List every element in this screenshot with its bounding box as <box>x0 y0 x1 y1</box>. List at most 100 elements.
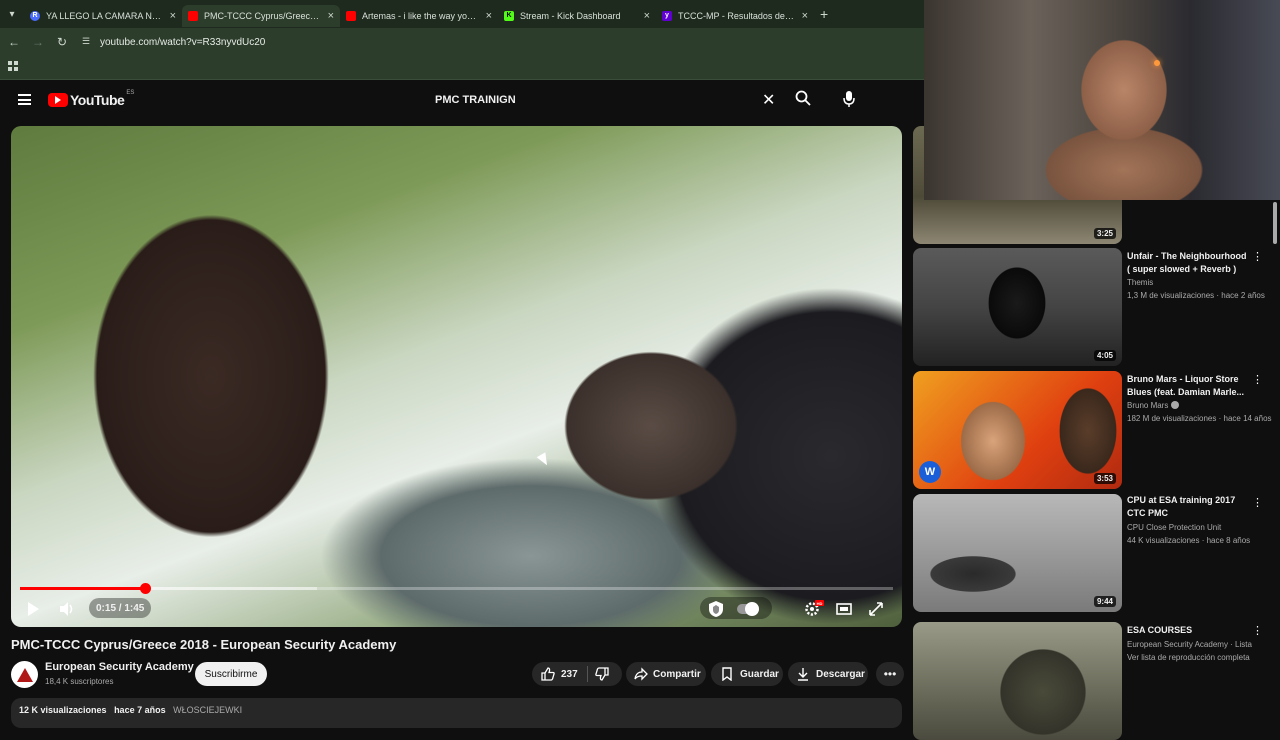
recommended-title[interactable]: Unfair - The Neighbourhood ( super slowe… <box>1127 250 1247 276</box>
description-tag: WŁOSCIEJEWKI <box>173 705 243 715</box>
progress-played <box>20 587 145 590</box>
tab-title: TCCC-MP - Resultados de Yahoo <box>678 10 796 21</box>
mouse-cursor-icon <box>536 452 552 468</box>
channel-name-text: Bruno Mars <box>1127 401 1169 410</box>
playlist-title[interactable]: ESA COURSES <box>1127 624 1247 637</box>
recommended-channel[interactable]: CPU Close Protection Unit <box>1127 523 1221 532</box>
progress-bar[interactable] <box>20 583 893 594</box>
browser-tab-active[interactable]: PMC-TCCC Cyprus/Greece 2018 × <box>182 4 340 27</box>
url-field[interactable]: youtube.com/watch?v=R33nyvdUc20 <box>100 37 265 48</box>
logo-region-code: ES <box>126 90 135 96</box>
browser-tab[interactable]: Artemas - i like the way you kiss × <box>340 5 498 27</box>
tab-close-icon[interactable]: × <box>486 10 492 22</box>
youtube-favicon-icon <box>188 10 198 21</box>
webcam-overlay <box>924 0 1280 200</box>
shield-icon[interactable] <box>708 600 724 618</box>
time-display: 0:15 / 1:45 <box>89 598 152 618</box>
play-icon[interactable] <box>26 600 40 618</box>
recommended-channel[interactable]: Bruno Mars <box>1127 401 1180 410</box>
video-duration: 3:53 <box>1093 473 1116 484</box>
video-thumbnail[interactable]: 4:05 <box>913 248 1122 366</box>
upload-age: hace 7 años <box>114 705 166 715</box>
video-thumbnail[interactable]: 9:44 <box>913 494 1122 612</box>
new-tab-icon[interactable]: + <box>820 6 828 22</box>
verified-check-icon <box>1171 401 1180 409</box>
hamburger-menu-icon[interactable] <box>18 94 31 105</box>
logo-text: YouTube <box>70 92 125 108</box>
like-dislike-group: 237 <box>532 662 622 686</box>
thumbs-down-icon[interactable] <box>595 667 609 681</box>
tab-close-icon[interactable]: × <box>644 10 650 22</box>
recommended-meta: 182 M de visualizaciones · hace 14 años <box>1127 414 1272 423</box>
save-button[interactable]: Guardar <box>711 662 783 686</box>
youtube-favicon-icon <box>346 10 356 21</box>
hd-badge: HD <box>815 600 824 606</box>
tab-title: Artemas - i like the way you kiss <box>362 10 480 21</box>
download-button[interactable]: Descargar <box>788 662 868 686</box>
download-icon <box>796 667 810 681</box>
kick-favicon-icon: K <box>504 10 514 21</box>
recommended-title[interactable]: Bruno Mars - Liquor Store Blues (feat. D… <box>1127 373 1247 399</box>
subscriber-count: 18,4 K suscriptores <box>45 677 114 686</box>
ambient-light <box>1154 60 1160 66</box>
reload-icon[interactable]: ↻ <box>50 35 74 49</box>
more-options-icon[interactable]: ⋮ <box>1252 250 1263 263</box>
apps-grid-icon[interactable] <box>8 61 18 71</box>
more-options-icon[interactable]: ⋮ <box>1252 496 1263 509</box>
volume-icon[interactable] <box>58 600 76 618</box>
browser-tab[interactable]: K Stream - Kick Dashboard × <box>498 5 656 27</box>
download-label: Descargar <box>816 668 865 680</box>
more-options-icon[interactable]: ⋮ <box>1252 624 1263 637</box>
share-button[interactable]: Compartir <box>626 662 706 686</box>
playlist-thumbnail[interactable] <box>913 622 1122 740</box>
video-player[interactable] <box>11 126 902 627</box>
tab-close-icon[interactable]: × <box>328 10 334 22</box>
address-bar: ← → ↻ ☰ youtube.com/watch?v=R33nyvdUc20 <box>0 28 924 56</box>
browser-tab[interactable]: R YA LLEGO LA CAMARA NUEVA × <box>24 5 182 27</box>
more-options-icon[interactable]: ⋮ <box>1252 373 1263 386</box>
video-thumbnail[interactable]: W 3:53 <box>913 371 1122 489</box>
tab-search-dropdown-icon[interactable]: ▾ <box>0 0 24 28</box>
back-arrow-icon[interactable]: ← <box>2 35 26 49</box>
subscribe-button[interactable]: Suscribirme <box>195 662 267 686</box>
search-input[interactable]: PMC TRAINIGN <box>424 86 788 114</box>
tab-title: Stream - Kick Dashboard <box>520 10 621 21</box>
warner-logo-icon: W <box>919 461 941 483</box>
share-arrow-icon <box>634 667 648 681</box>
clear-search-icon[interactable]: ✕ <box>762 90 775 110</box>
thumbs-up-icon[interactable] <box>541 667 555 681</box>
channel-name[interactable]: European Security Academy <box>45 661 194 673</box>
recommended-channel[interactable]: Themis <box>1127 278 1153 287</box>
video-duration: 3:25 <box>1093 228 1116 239</box>
browser-tab-bar: ▾ R YA LLEGO LA CAMARA NUEVA × PMC-TCCC … <box>0 0 924 28</box>
scrollbar-thumb[interactable] <box>1273 202 1277 244</box>
playlist-channel[interactable]: European Security Academy · Lista <box>1127 640 1252 649</box>
youtube-play-logo-icon <box>48 93 68 107</box>
recommended-meta: 44 K visualizaciones · hace 8 años <box>1127 536 1251 545</box>
bookmark-icon <box>720 667 734 681</box>
browser-tab[interactable]: y TCCC-MP - Resultados de Yahoo × <box>656 5 814 27</box>
recommended-title[interactable]: CPU at ESA training 2017 CTC PMC <box>1127 494 1247 520</box>
search-icon[interactable] <box>795 90 811 106</box>
autoplay-toggle[interactable] <box>737 602 759 616</box>
save-label: Guardar <box>740 668 779 680</box>
forward-arrow-icon[interactable]: → <box>26 35 50 49</box>
theater-mode-icon[interactable] <box>836 600 852 618</box>
view-count: 12 K visualizaciones <box>19 705 107 715</box>
fullscreen-icon[interactable] <box>868 600 884 618</box>
channel-avatar[interactable] <box>11 661 38 688</box>
microphone-icon[interactable] <box>842 90 856 108</box>
progress-scrubber-handle[interactable] <box>139 583 151 594</box>
site-info-icon[interactable]: ☰ <box>82 36 94 48</box>
tab-title: YA LLEGO LA CAMARA NUEVA <box>46 10 164 21</box>
tab-close-icon[interactable]: × <box>170 10 176 22</box>
share-label: Compartir <box>653 668 701 680</box>
more-actions-icon[interactable]: ••• <box>876 662 904 686</box>
youtube-logo[interactable]: YouTube ES <box>48 90 135 108</box>
tab-close-icon[interactable]: × <box>802 10 808 22</box>
like-divider <box>587 666 588 682</box>
view-full-playlist-link[interactable]: Ver lista de reproducción completa <box>1127 653 1272 662</box>
video-duration: 9:44 <box>1093 596 1116 607</box>
yahoo-favicon-icon: y <box>662 10 672 21</box>
like-count[interactable]: 237 <box>561 669 578 680</box>
